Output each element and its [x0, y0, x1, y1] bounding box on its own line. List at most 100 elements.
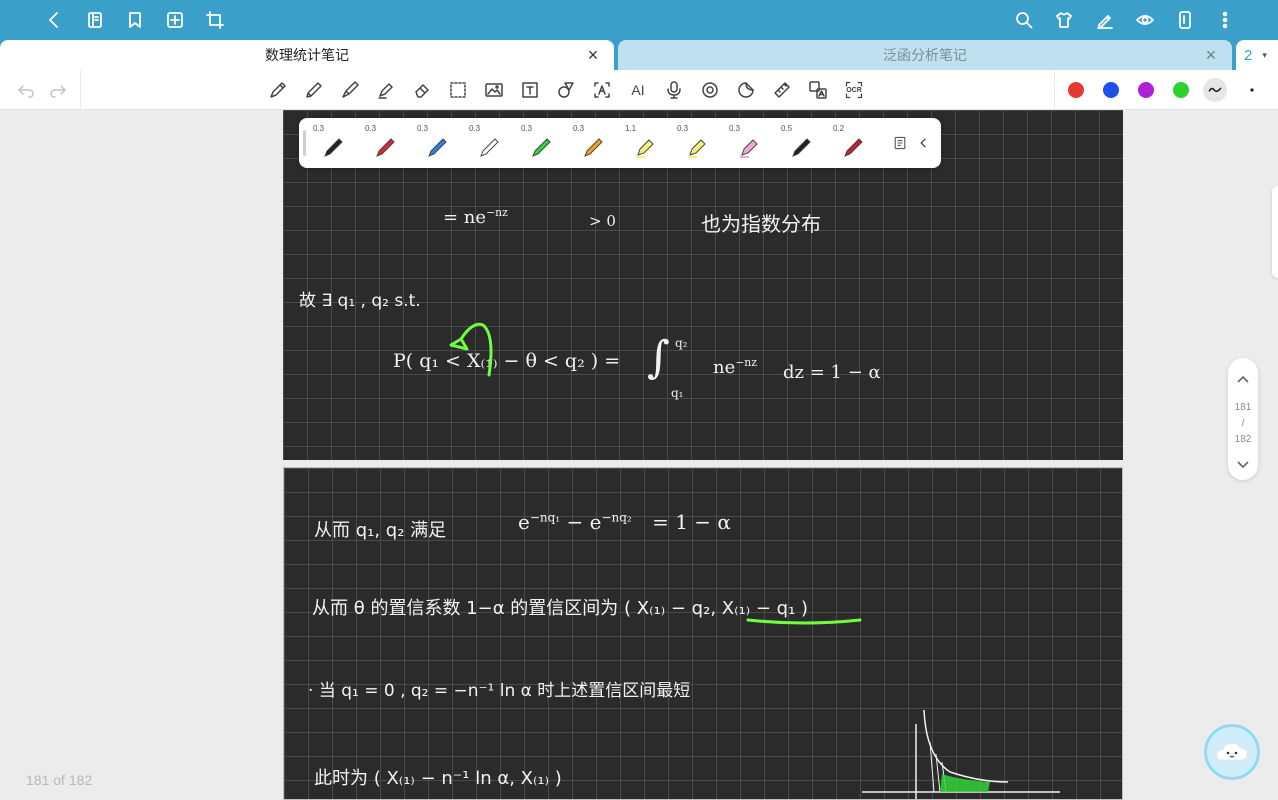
shirt-icon[interactable] — [1052, 8, 1076, 32]
notebook-icon[interactable] — [83, 8, 107, 32]
tab-count-button[interactable]: 2 ▾ — [1236, 40, 1278, 70]
blue-color-swatch[interactable] — [1103, 82, 1119, 98]
toolbar-divider — [1054, 70, 1055, 110]
text-recognition-icon[interactable] — [590, 78, 614, 102]
toolbar-divider — [80, 70, 81, 110]
pen-size-label: 0.3 — [365, 124, 377, 133]
math-exponent: −nz — [735, 356, 757, 369]
ocr-button[interactable]: OCR — [842, 78, 866, 102]
pen-size-label: 1.1 — [625, 124, 637, 133]
handwriting-line: 从而 q₁, q₂ 满足 — [314, 520, 447, 541]
add-page-icon[interactable] — [163, 8, 187, 32]
handwriting-line: 也为指数分布 — [701, 212, 821, 236]
pen-preset[interactable]: 0.5 — [777, 120, 827, 166]
shape-icon[interactable] — [554, 78, 578, 102]
microphone-icon[interactable] — [662, 78, 686, 102]
back-icon[interactable] — [42, 8, 66, 32]
handwriting-line: 从而 θ 的置信系数 1−α 的置信区间为 ( X₍₁₎ − q₂, X₍₁₎ … — [312, 598, 809, 619]
close-tab-icon[interactable]: × — [584, 46, 602, 64]
math-exponent: −nz — [486, 206, 508, 219]
pen-icon — [844, 138, 863, 157]
total-page-number: 182 — [1234, 434, 1252, 445]
pen-size-label: 0.3 — [521, 124, 533, 133]
image-icon[interactable] — [482, 78, 506, 102]
pen-size-label: 0.3 — [417, 124, 429, 133]
note-page-182[interactable]: 从而 q₁, q₂ 满足 e−nq₁ − e−nq₂ = 1 − α 从而 θ … — [283, 467, 1123, 800]
sticker-icon[interactable] — [734, 78, 758, 102]
redo-icon[interactable] — [46, 78, 70, 102]
tab-functional-analysis-notes[interactable]: 泛函分析笔记 × — [618, 40, 1232, 70]
page-down-chevron-icon[interactable] — [1233, 454, 1253, 474]
bookmark-icon[interactable] — [123, 8, 147, 32]
highlighter-preset[interactable]: 1.1 — [621, 120, 671, 166]
audio-record-icon[interactable] — [698, 78, 722, 102]
brush-pen-icon[interactable] — [338, 78, 362, 102]
fountain-pen-icon[interactable] — [266, 78, 290, 102]
pen-icon — [532, 138, 551, 157]
page-count-label: 181 of 182 — [26, 772, 93, 788]
close-tab-icon[interactable]: × — [1202, 46, 1220, 64]
pen-icon — [792, 138, 811, 157]
pen-icon — [428, 138, 447, 157]
undo-icon[interactable] — [14, 78, 38, 102]
handwriting-line: dz = 1 − α — [783, 362, 881, 383]
handwriting-line: e−nq₁ − e−nq₂ = 1 − α — [518, 510, 731, 534]
translate-icon[interactable] — [806, 78, 830, 102]
highlighter-preset[interactable]: 0.3 — [673, 120, 723, 166]
red-color-swatch[interactable] — [1068, 82, 1084, 98]
stroke-style-icon[interactable] — [1203, 78, 1227, 102]
lasso-select-icon[interactable] — [446, 78, 470, 102]
handwriting-line: P( q₁ < X₍₁₎ − θ < q₂ ) = — [393, 350, 621, 372]
current-page-number: 181 — [1234, 402, 1252, 413]
pen-size-label: 0.5 — [781, 124, 793, 133]
crop-icon[interactable] — [203, 8, 227, 32]
purple-color-swatch[interactable] — [1138, 82, 1154, 98]
stroke-width-dot-icon[interactable] — [1240, 78, 1264, 102]
tab-statistics-notes[interactable]: 数理统计笔记 × — [0, 40, 614, 70]
drag-handle[interactable] — [303, 130, 306, 156]
handwriting-line: 故 ∃ q₁ , q₂ s.t. — [299, 291, 421, 311]
handwriting-line: 此时为 ( X₍₁₎ − n⁻¹ ln α, X₍₁₎ ) — [314, 768, 562, 789]
pen-presets-popup: 0.3 0.3 0.3 0.3 0.3 0.3 1.1 0.3 0.3 0.5 … — [299, 118, 941, 168]
pen-preset[interactable]: 0.3 — [465, 120, 515, 166]
pen-icon — [376, 138, 395, 157]
search-icon[interactable] — [1012, 8, 1036, 32]
handwriting-line: ne−nz — [713, 356, 757, 378]
text-box-icon[interactable] — [518, 78, 542, 102]
pencil-icon[interactable] — [302, 78, 326, 102]
eye-icon[interactable] — [1133, 8, 1157, 32]
eraser-icon[interactable] — [410, 78, 434, 102]
pen-size-label: 0.2 — [833, 124, 845, 133]
math-text: = ne — [443, 207, 487, 228]
cloud-assistant-icon[interactable] — [1204, 724, 1260, 780]
pen-size-label: 0.3 — [573, 124, 585, 133]
pen-preset[interactable]: 0.3 — [361, 120, 411, 166]
more-vertical-icon[interactable] — [1213, 8, 1237, 32]
pen-list-icon[interactable] — [890, 133, 910, 153]
pen-preset[interactable]: 0.3 — [309, 120, 359, 166]
pen-preset[interactable]: 0.3 — [413, 120, 463, 166]
math-text: e — [518, 510, 530, 534]
page-divider: / — [1241, 418, 1245, 429]
pen-edit-icon[interactable] — [1093, 8, 1117, 32]
tab-label: 泛函分析笔记 — [883, 47, 967, 63]
integral-upper-limit: q₂ — [675, 336, 688, 350]
green-color-swatch[interactable] — [1173, 82, 1189, 98]
handwriting-line: · 当 q₁ = 0 , q₂ = −n⁻¹ ln α 时上述置信区间最短 — [308, 681, 691, 701]
top-app-bar — [0, 0, 1278, 40]
tablet-icon[interactable] — [1173, 8, 1197, 32]
density-sketch — [862, 709, 1060, 799]
ruler-icon[interactable] — [770, 78, 794, 102]
tab-count-value: 2 — [1244, 46, 1253, 64]
collapse-chevron-icon[interactable] — [914, 133, 934, 153]
pen-preset[interactable]: 0.3 — [517, 120, 567, 166]
pen-preset[interactable]: 0.3 — [569, 120, 619, 166]
pen-icon — [480, 138, 499, 157]
caret-down-icon: ▾ — [1262, 49, 1267, 60]
pen-preset[interactable]: 0.2 — [829, 120, 879, 166]
ai-assistant-button[interactable]: AI — [626, 78, 650, 102]
highlighter-preset[interactable]: 0.3 — [725, 120, 775, 166]
side-drawer-handle[interactable] — [1272, 186, 1278, 278]
page-up-chevron-icon[interactable] — [1233, 370, 1253, 390]
highlighter-icon[interactable] — [374, 78, 398, 102]
